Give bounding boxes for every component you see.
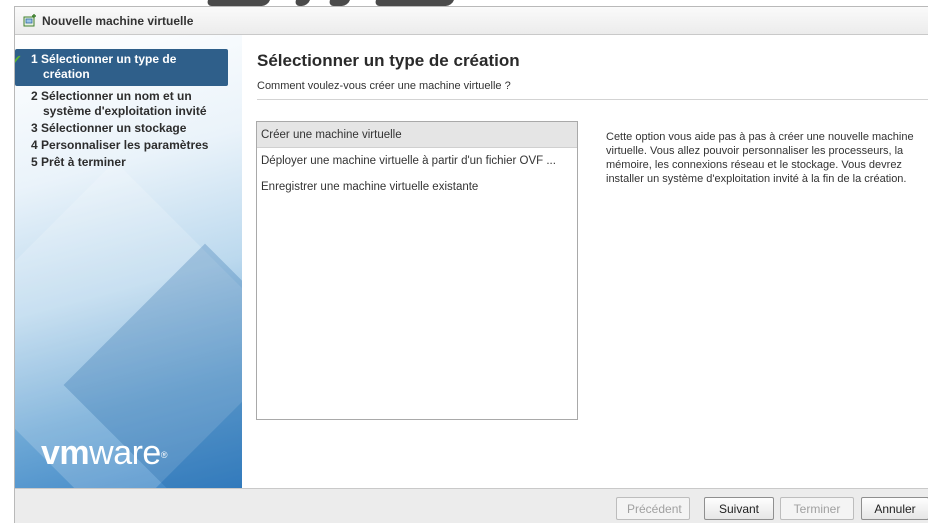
logo-vm: vm xyxy=(41,434,90,472)
list-item-deploy-ovf[interactable]: Déployer une machine virtuelle à partir … xyxy=(257,148,577,174)
new-vm-wizard-dialog: Nouvelle machine virtuelle ✔ 1 Sélection… xyxy=(14,6,928,523)
cancel-button[interactable]: Annuler xyxy=(861,497,928,520)
page-subtitle: Comment voulez-vous créer une machine vi… xyxy=(257,80,511,92)
wizard-step-5[interactable]: 5 Prêt à terminer xyxy=(15,154,242,171)
step-label: Sélectionner un type de xyxy=(41,52,177,66)
step-label: Sélectionner un stockage xyxy=(41,121,187,135)
step-number: 3 xyxy=(31,121,38,135)
logo-registered-mark: ® xyxy=(160,450,168,460)
next-button[interactable]: Suivant xyxy=(704,497,774,520)
step-label-continued: système d'exploitation invité xyxy=(43,104,207,118)
list-item-create-vm[interactable]: Créer une machine virtuelle xyxy=(257,122,577,148)
step-label: Personnaliser les paramètres xyxy=(41,138,209,152)
wizard-step-4[interactable]: 4 Personnaliser les paramètres xyxy=(15,137,242,154)
step-label-continued: création xyxy=(43,67,90,81)
vmware-logo: vmware® xyxy=(41,436,167,470)
list-item-register-vm[interactable]: Enregistrer une machine virtuelle exista… xyxy=(257,174,577,200)
option-description: Cette option vous aide pas à pas à créer… xyxy=(606,131,914,185)
page-title: Sélectionner un type de création xyxy=(257,51,520,70)
wizard-step-2[interactable]: 2 Sélectionner un nom et un système d'ex… xyxy=(15,88,242,120)
wizard-step-1[interactable]: ✔ 1 Sélectionner un type de création xyxy=(15,49,228,86)
dialog-titlebar[interactable]: Nouvelle machine virtuelle xyxy=(15,7,928,35)
wizard-steps-panel: ✔ 1 Sélectionner un type de création 2 S… xyxy=(15,35,242,488)
creation-type-list[interactable]: Créer une machine virtuelle Déployer une… xyxy=(256,121,578,420)
step-label: Prêt à terminer xyxy=(41,155,126,169)
wizard-content: Sélectionner un type de création Comment… xyxy=(242,35,928,488)
step-number: 4 xyxy=(31,138,38,152)
logo-ware: ware xyxy=(89,434,161,472)
new-vm-icon xyxy=(23,13,37,28)
dialog-title: Nouvelle machine virtuelle xyxy=(42,13,194,28)
wizard-step-3[interactable]: 3 Sélectionner un stockage xyxy=(15,120,242,137)
step-number: 1 xyxy=(31,52,38,66)
step-number: 2 xyxy=(31,89,38,103)
wizard-footer: Précédent Suivant Terminer Annuler xyxy=(15,488,928,523)
previous-button[interactable]: Précédent xyxy=(616,497,690,520)
step-number: 5 xyxy=(31,155,38,169)
divider xyxy=(257,99,928,100)
wizard-step-list: ✔ 1 Sélectionner un type de création 2 S… xyxy=(15,49,242,171)
checkmark-icon: ✔ xyxy=(15,52,22,67)
finish-button[interactable]: Terminer xyxy=(780,497,854,520)
step-label: Sélectionner un nom et un xyxy=(41,89,192,103)
